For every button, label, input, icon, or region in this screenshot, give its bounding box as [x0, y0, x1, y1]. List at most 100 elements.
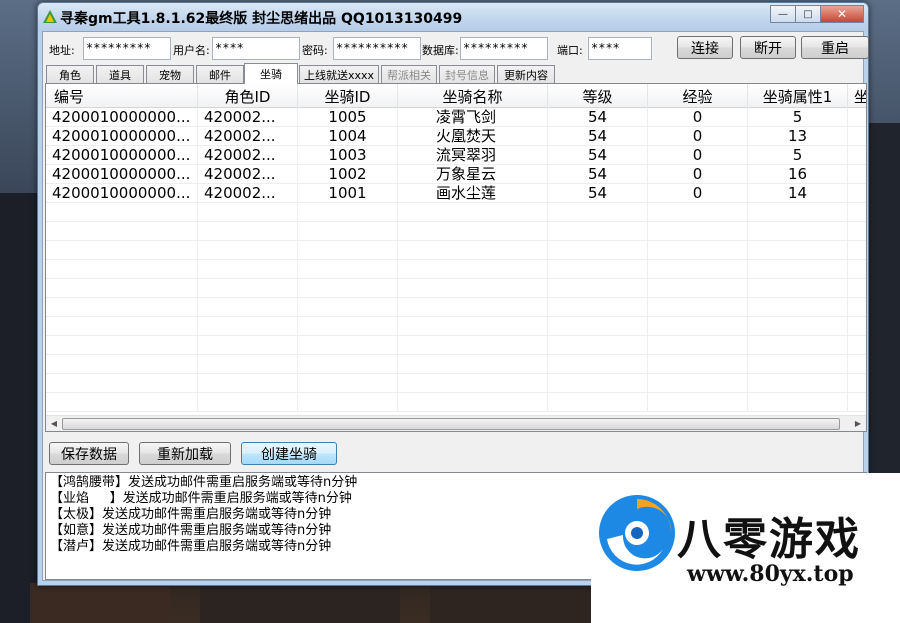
cell-role-id[interactable]	[198, 298, 298, 317]
cell-attr1[interactable]	[748, 317, 848, 336]
cell-mount-id[interactable]	[298, 203, 398, 222]
cell-attr2[interactable]	[848, 146, 866, 165]
cell-id[interactable]	[46, 374, 198, 393]
cell-exp[interactable]	[648, 298, 748, 317]
create-mount-button[interactable]: 创建坐骑	[241, 442, 337, 465]
database-field[interactable]: *********	[460, 37, 548, 60]
cell-attr1[interactable]	[748, 298, 848, 317]
horizontal-scrollbar[interactable]: ◀ ▶	[46, 415, 866, 431]
cell-exp[interactable]	[648, 374, 748, 393]
tab-pets[interactable]: 宠物	[146, 65, 194, 83]
mount-data-grid[interactable]: 编号 角色ID 坐骑ID 坐骑名称 等级 经验 坐骑属性1 坐 42000100…	[45, 83, 867, 432]
cell-attr2[interactable]	[848, 127, 866, 146]
cell-level[interactable]	[548, 298, 648, 317]
cell-attr2[interactable]	[848, 374, 866, 393]
table-row[interactable]	[46, 374, 866, 393]
cell-id[interactable]	[46, 279, 198, 298]
cell-mount-id[interactable]	[298, 336, 398, 355]
tab-items[interactable]: 道具	[96, 65, 144, 83]
cell-attr1[interactable]: 5	[748, 108, 848, 127]
cell-attr1[interactable]	[748, 279, 848, 298]
cell-attr1[interactable]: 16	[748, 165, 848, 184]
cell-mount-id[interactable]	[298, 241, 398, 260]
cell-attr2[interactable]	[848, 393, 866, 412]
scrollbar-thumb[interactable]	[62, 418, 840, 430]
cell-attr2[interactable]	[848, 222, 866, 241]
tab-changelog[interactable]: 更新内容	[497, 65, 555, 83]
cell-level[interactable]	[548, 336, 648, 355]
cell-level[interactable]: 54	[548, 127, 648, 146]
maximize-button[interactable]: □	[795, 5, 821, 23]
cell-attr1[interactable]	[748, 260, 848, 279]
scroll-left-icon[interactable]: ◀	[48, 418, 60, 430]
cell-mount-id[interactable]: 1003	[298, 146, 398, 165]
cell-exp[interactable]	[648, 355, 748, 374]
cell-role-id[interactable]: 420002...	[198, 108, 298, 127]
cell-attr2[interactable]	[848, 203, 866, 222]
cell-mount-name[interactable]: 流冥翠羽	[398, 146, 548, 165]
table-row[interactable]: 4200010000000... 420002... 1003 流冥翠羽 54 0 5	[46, 146, 866, 165]
cell-attr2[interactable]	[848, 336, 866, 355]
cell-mount-id[interactable]: 1001	[298, 184, 398, 203]
cell-mount-name[interactable]	[398, 355, 548, 374]
cell-exp[interactable]	[648, 279, 748, 298]
restart-button[interactable]: 重启	[801, 36, 869, 59]
table-row[interactable]	[46, 336, 866, 355]
tab-ban-info[interactable]: 封号信息	[439, 65, 495, 83]
cell-id[interactable]: 4200010000000...	[46, 127, 198, 146]
cell-role-id[interactable]: 420002...	[198, 146, 298, 165]
cell-id[interactable]	[46, 222, 198, 241]
table-row[interactable]	[46, 317, 866, 336]
cell-mount-id[interactable]: 1005	[298, 108, 398, 127]
table-row[interactable]	[46, 355, 866, 374]
cell-mount-name[interactable]	[398, 336, 548, 355]
cell-level[interactable]	[548, 222, 648, 241]
cell-id[interactable]	[46, 355, 198, 374]
disconnect-button[interactable]: 断开	[740, 36, 796, 59]
cell-attr2[interactable]	[848, 317, 866, 336]
cell-level[interactable]: 54	[548, 108, 648, 127]
table-row[interactable]	[46, 393, 866, 412]
cell-id[interactable]	[46, 260, 198, 279]
cell-attr1[interactable]: 13	[748, 127, 848, 146]
tab-mounts[interactable]: 坐骑	[244, 63, 298, 84]
cell-attr2[interactable]	[848, 279, 866, 298]
column-header-role-id[interactable]: 角色ID	[198, 84, 298, 108]
column-header-level[interactable]: 等级	[548, 84, 648, 108]
tab-mail[interactable]: 邮件	[196, 65, 244, 83]
tab-role[interactable]: 角色	[46, 65, 94, 83]
column-header-attr2[interactable]: 坐	[848, 84, 866, 108]
cell-attr2[interactable]	[848, 165, 866, 184]
cell-exp[interactable]: 0	[648, 184, 748, 203]
cell-role-id[interactable]	[198, 355, 298, 374]
cell-exp[interactable]	[648, 260, 748, 279]
table-row[interactable]: 4200010000000... 420002... 1004 火凰焚天 54 0 13	[46, 127, 866, 146]
tab-guild[interactable]: 帮派相关	[381, 65, 437, 83]
cell-mount-name[interactable]	[398, 222, 548, 241]
username-field[interactable]: ****	[212, 37, 300, 60]
column-header-id[interactable]: 编号	[46, 84, 198, 108]
column-header-exp[interactable]: 经验	[648, 84, 748, 108]
cell-level[interactable]: 54	[548, 184, 648, 203]
cell-role-id[interactable]	[198, 203, 298, 222]
cell-mount-id[interactable]	[298, 355, 398, 374]
cell-exp[interactable]	[648, 393, 748, 412]
cell-role-id[interactable]	[198, 260, 298, 279]
cell-level[interactable]	[548, 393, 648, 412]
cell-level[interactable]	[548, 355, 648, 374]
cell-id[interactable]: 4200010000000...	[46, 108, 198, 127]
cell-mount-id[interactable]	[298, 393, 398, 412]
cell-level[interactable]: 54	[548, 146, 648, 165]
cell-attr1[interactable]	[748, 203, 848, 222]
cell-mount-id[interactable]	[298, 374, 398, 393]
cell-level[interactable]	[548, 241, 648, 260]
table-row[interactable]: 4200010000000... 420002... 1001 画水尘莲 54 0 14	[46, 184, 866, 203]
cell-mount-name[interactable]	[398, 260, 548, 279]
cell-id[interactable]	[46, 298, 198, 317]
cell-exp[interactable]: 0	[648, 165, 748, 184]
cell-mount-id[interactable]	[298, 260, 398, 279]
cell-attr2[interactable]	[848, 298, 866, 317]
cell-exp[interactable]	[648, 203, 748, 222]
cell-id[interactable]	[46, 393, 198, 412]
cell-attr2[interactable]	[848, 355, 866, 374]
